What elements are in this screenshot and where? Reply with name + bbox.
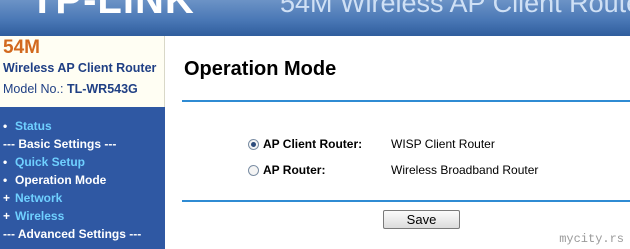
menu-item-wireless[interactable]: + Wireless: [3, 209, 64, 223]
menu-label: Operation Mode: [15, 173, 107, 187]
expand-plus-icon: +: [3, 209, 11, 223]
menu-item-quick-setup[interactable]: • Quick Setup: [3, 155, 85, 169]
menu-label: Wireless: [15, 209, 65, 223]
main-content: Operation Mode AP Client Router: WISP Cl…: [165, 36, 630, 249]
option-label: AP Router:: [263, 163, 326, 177]
save-button[interactable]: Save: [383, 210, 460, 229]
bullet-icon: •: [3, 155, 8, 169]
divider-bottom: [182, 200, 630, 202]
sidebar-model-panel: 54M Wireless AP Client Router Model No.:…: [0, 36, 165, 107]
divider-top: [182, 100, 630, 102]
menu-item-network[interactable]: + Network: [3, 191, 62, 205]
radio-ap-router[interactable]: [248, 165, 259, 176]
bullet-icon: •: [3, 119, 8, 133]
menu-label: Network: [15, 191, 63, 205]
model-no-value: TL-WR543G: [66, 82, 138, 96]
menu-section-basic-settings: --- Basic Settings ---: [3, 137, 116, 151]
expand-plus-icon: +: [3, 191, 11, 205]
banner-tagline: 54M Wireless AP Client Router with eXten…: [280, 0, 630, 18]
model-number: Model No.: TL-WR543G: [3, 82, 138, 96]
menu-section-label: --- Advanced Settings ---: [3, 227, 142, 241]
model-subtitle: Wireless AP Client Router: [3, 61, 157, 75]
menu-label: Quick Setup: [15, 155, 86, 169]
header-banner: TP-LINK 54M Wireless AP Client Router wi…: [0, 0, 630, 36]
radio-ap-client-router[interactable]: [248, 139, 259, 150]
menu-section-advanced-settings: --- Advanced Settings ---: [3, 227, 141, 241]
option-description: WISP Client Router: [391, 137, 495, 151]
model-name: 54M: [3, 37, 40, 58]
option-label: AP Client Router:: [263, 137, 363, 151]
watermark: mycity.rs: [559, 232, 624, 246]
bullet-icon: •: [3, 173, 8, 187]
brand-logo: TP-LINK: [30, 0, 195, 22]
menu-label: Status: [15, 119, 52, 133]
model-no-label: Model No.:: [3, 82, 64, 96]
option-description: Wireless Broadband Router: [391, 163, 539, 177]
sidebar-menu: • Status --- Basic Settings --- • Quick Se…: [0, 107, 165, 249]
page-title: Operation Mode: [184, 58, 337, 80]
menu-item-operation-mode[interactable]: • Operation Mode: [3, 173, 106, 187]
menu-section-label: --- Basic Settings ---: [3, 137, 117, 151]
menu-item-status[interactable]: • Status: [3, 119, 52, 133]
